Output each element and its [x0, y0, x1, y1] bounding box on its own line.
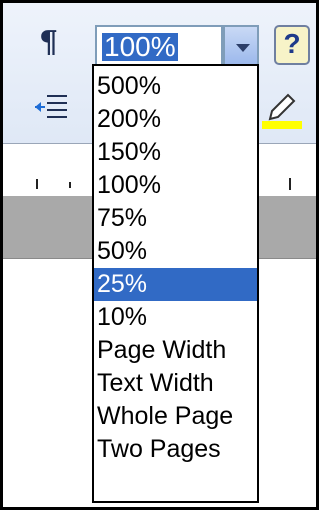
zoom-option[interactable]: Two Pages — [94, 433, 257, 466]
zoom-option[interactable]: 100% — [94, 169, 257, 202]
decrease-indent-icon[interactable] — [33, 93, 69, 121]
zoom-combobox[interactable]: 100% — [95, 25, 223, 67]
zoom-value[interactable]: 100% — [102, 33, 178, 61]
ruler-tick — [69, 182, 71, 188]
ruler-tick — [36, 179, 38, 189]
zoom-option[interactable]: Whole Page — [94, 400, 257, 433]
zoom-option[interactable]: 10% — [94, 301, 257, 334]
zoom-dropdown-list[interactable]: 500% 200% 150% 100% 75% 50% 25% 10% Page… — [92, 64, 259, 503]
ruler-tick — [289, 178, 291, 190]
pilcrow-icon[interactable]: ¶ — [39, 25, 58, 60]
zoom-option[interactable]: 200% — [94, 103, 257, 136]
zoom-option-selected[interactable]: 25% — [94, 268, 257, 301]
dropdown-arrow-icon[interactable] — [223, 25, 259, 67]
zoom-option[interactable]: 50% — [94, 235, 257, 268]
zoom-option[interactable]: 150% — [94, 136, 257, 169]
zoom-option[interactable]: 500% — [94, 70, 257, 103]
zoom-option[interactable]: 75% — [94, 202, 257, 235]
zoom-option[interactable]: Text Width — [94, 367, 257, 400]
highlight-icon[interactable] — [260, 91, 306, 133]
help-icon[interactable]: ? — [274, 25, 310, 65]
zoom-option[interactable]: Page Width — [94, 334, 257, 367]
